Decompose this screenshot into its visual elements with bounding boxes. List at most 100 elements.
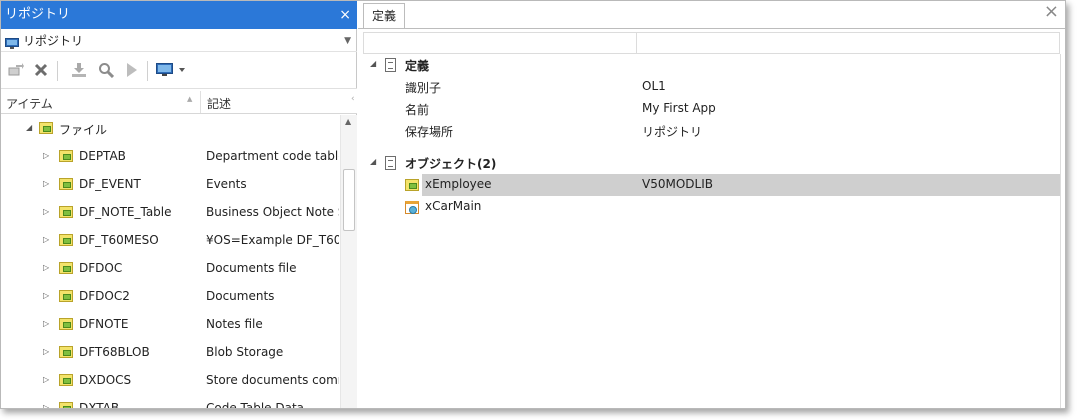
file-folder-icon [59,234,73,246]
tree-row[interactable]: ▷ DEPTAB Department code table [1,143,339,171]
expand-icon[interactable]: ▷ [43,263,49,272]
close-icon[interactable]: × [339,1,351,29]
tree-item-name: DFDOC2 [79,289,130,303]
column-header-description[interactable]: 記述 [207,95,231,112]
repository-selector[interactable]: リポジトリ ▼ [1,30,357,52]
expand-icon[interactable]: ▷ [43,207,49,216]
repository-panel: リポジトリ × リポジトリ ▼ アイテム ▲ 記述 ‹ ◢ ファイル ▷ DEP… [1,1,357,409]
expand-icon[interactable]: ▷ [43,375,49,384]
tree-item-name: DXDOCS [79,373,132,387]
expand-icon[interactable]: ▷ [43,319,49,328]
tree-row[interactable]: ▷ DF_NOTE_Table Business Object Note St... [1,199,339,227]
file-folder-icon [59,346,73,358]
document-icon [385,58,396,72]
scrollbar-thumb[interactable] [343,169,355,231]
tab-definition[interactable]: 定義 [363,3,405,29]
repository-scrollbar[interactable]: ▲ [340,115,357,408]
search-icon[interactable] [97,61,115,79]
tree-row[interactable]: ▷ DFDOC Documents file [1,255,339,283]
column-header-item[interactable]: アイテム [6,95,53,112]
tree-row[interactable]: ▷ DF_T60MESO ¥OS=Example DF_T60 rel... [1,227,339,255]
property-row[interactable]: 保存場所 リポジトリ [358,120,1060,142]
document-icon [385,156,396,170]
tree-root-row[interactable]: ◢ ファイル [1,115,339,143]
tree-item-description: Code Table Data [206,401,305,409]
property-key: 識別子 [405,81,442,95]
object-value: V50MODLIB [642,177,713,191]
file-folder-icon [59,150,73,162]
object-row[interactable]: xCarMain [358,196,1060,218]
expand-icon[interactable]: ▷ [43,291,49,300]
tree-item-description: Documents file [206,261,297,275]
app-window: リポジトリ × リポジトリ ▼ アイテム ▲ 記述 ‹ ◢ ファイル ▷ DEP… [0,0,1066,409]
move-icon[interactable] [7,61,25,79]
tree-item-name: DFT68BLOB [79,345,150,359]
repository-toolbar [1,55,357,85]
tree-item-description: Blob Storage [206,345,284,359]
file-folder-icon [405,179,419,191]
tree-row[interactable]: ▷ DFDOC2 Documents [1,283,339,311]
property-value: OL1 [642,79,666,93]
tree-item-description: Notes file [206,317,263,331]
close-icon[interactable]: × [1044,1,1059,22]
chevron-down-icon[interactable]: ▼ [344,30,351,52]
tree-item-name: DF_T60MESO [79,233,159,247]
file-folder-icon [39,122,53,134]
scroll-left-icon[interactable]: ‹ [351,94,355,104]
property-row[interactable]: 名前 My First App [358,98,1060,120]
monitor-dropdown-icon[interactable] [155,61,189,79]
property-value: My First App [642,101,716,115]
property-row[interactable]: 識別子 OL1 [358,76,1060,98]
definition-section-title: 定義 [405,59,430,73]
expand-icon[interactable]: ▷ [43,347,49,356]
tree-row[interactable]: ▷ DFT68BLOB Blob Storage [1,339,339,367]
file-folder-icon [59,290,73,302]
objects-section-header[interactable]: ◢ オブジェクト(2) [358,152,1060,174]
repository-panel-title: リポジトリ [5,7,71,22]
sort-icon: ▲ [187,95,193,103]
tree-row[interactable]: ▷ DFNOTE Notes file [1,311,339,339]
file-folder-icon [59,262,73,274]
play-icon[interactable] [123,61,141,79]
repository-selector-value: リポジトリ [23,34,84,48]
collapse-icon[interactable]: ◢ [26,123,32,132]
property-key: 保存場所 [405,125,454,139]
tree-item-name: DXTAB [79,401,120,409]
tree-item-description: Business Object Note St... [206,205,339,219]
toolbar-divider [57,61,58,81]
tree-item-description: Store documents comm... [206,373,339,387]
property-grid-header [363,32,1060,54]
object-name: xEmployee [425,177,492,191]
property-key: 名前 [405,103,430,117]
tree-item-description: Department code table [206,149,339,163]
tree-item-name: DF_EVENT [79,177,141,191]
tab-strip-border [358,28,1065,29]
tree-item-description: ¥OS=Example DF_T60 rel... [206,233,339,247]
tree-root-label: ファイル [59,123,108,137]
scroll-up-icon[interactable]: ▲ [345,117,351,126]
repository-panel-title-bar: リポジトリ × [1,1,357,29]
tree-item-name: DFDOC [79,261,123,275]
collapse-icon[interactable]: ◢ [370,157,376,166]
tree-item-description: Events [206,177,247,191]
delete-icon[interactable] [32,61,50,79]
tree-row[interactable]: ▷ DXDOCS Store documents comm... [1,367,339,395]
column-divider[interactable] [200,91,201,113]
collapse-icon[interactable]: ◢ [370,59,376,68]
download-icon[interactable] [70,61,88,79]
expand-icon[interactable]: ▷ [43,179,49,188]
object-name: xCarMain [425,199,482,213]
tree-row[interactable]: ▷ DXTAB Code Table Data [1,395,339,409]
file-folder-icon [59,178,73,190]
expand-icon[interactable]: ▷ [43,151,49,160]
tree-row[interactable]: ▷ DF_EVENT Events [1,171,339,199]
expand-icon[interactable]: ▷ [43,403,49,408]
selection-highlight [422,174,1060,196]
definition-section-header[interactable]: ◢ 定義 [358,54,1060,76]
object-row[interactable]: xEmployee V50MODLIB [358,174,1060,196]
column-divider[interactable] [636,33,637,53]
tree-item-name: DF_NOTE_Table [79,205,172,219]
expand-icon[interactable]: ▷ [43,235,49,244]
web-page-icon [405,201,419,214]
file-folder-icon [59,374,73,386]
